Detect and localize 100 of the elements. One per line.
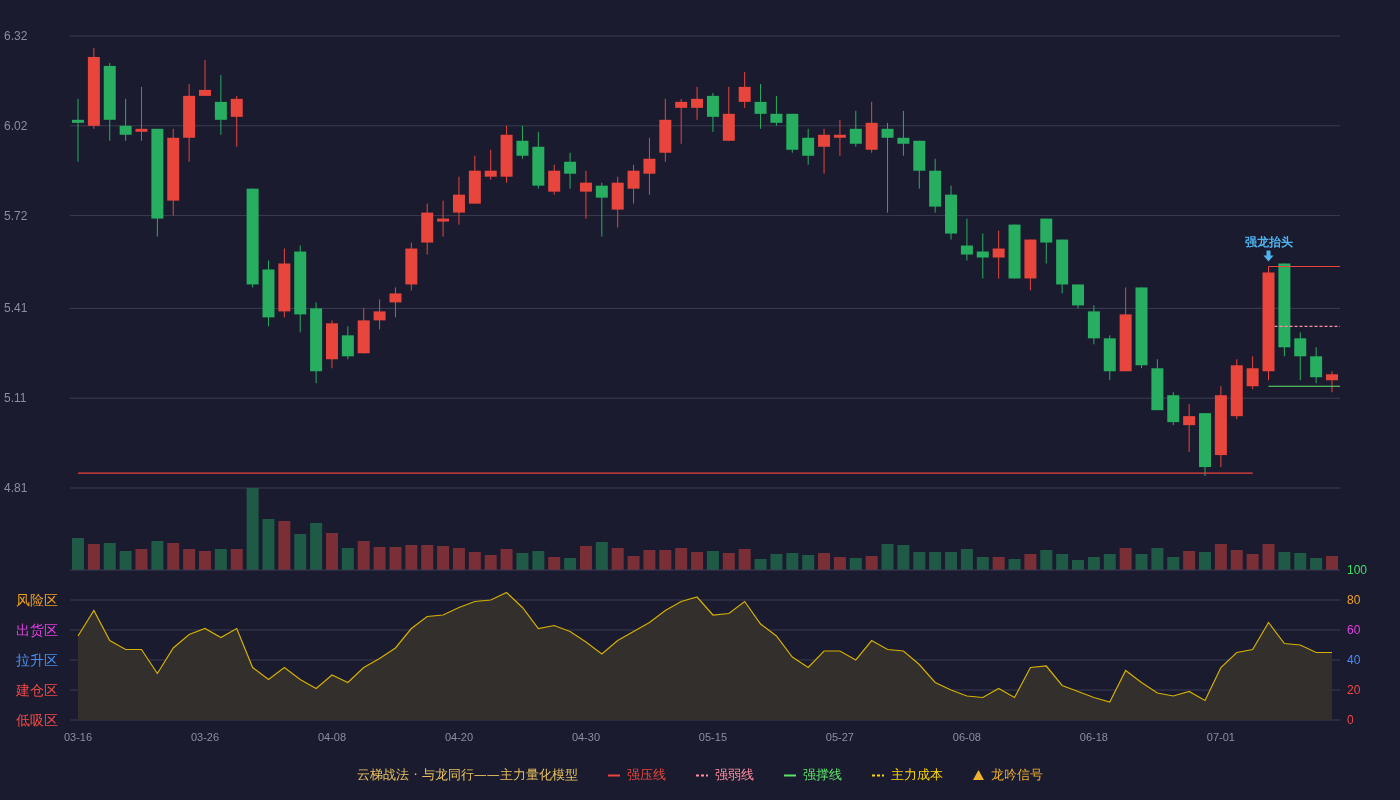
zone-label: 出货区: [16, 622, 58, 638]
candle-bar: [1103, 334, 1116, 381]
candle-bar: [786, 113, 799, 154]
candle-bar: [405, 242, 418, 291]
candle-bar: [278, 248, 291, 318]
candle-bar: [516, 125, 529, 160]
legend-title: 云梯战法 · 与龙同行——主力量化模型: [357, 766, 578, 784]
candle-bar: [341, 325, 354, 360]
candle-bar: [437, 200, 450, 238]
legend-label: 强压线: [626, 766, 666, 784]
axis-label: 80: [1347, 593, 1361, 607]
candle-bar: [929, 158, 942, 214]
candle-bar: [357, 307, 370, 354]
candle-bar: [214, 74, 227, 136]
candle-bar: [691, 86, 704, 121]
candle-bar: [738, 71, 751, 109]
candle-bar: [484, 149, 497, 181]
axis-label: 05-27: [825, 731, 854, 743]
candle-bar: [1087, 304, 1100, 345]
candle-bar: [913, 140, 926, 190]
axis-label: 5.72: [4, 208, 28, 223]
candle-bar: [1199, 412, 1211, 477]
candle-bar: [643, 137, 656, 196]
axis-label: 6.32: [4, 29, 28, 43]
candle-bar: [960, 218, 973, 261]
candle-bar: [1183, 403, 1196, 453]
candle-bar: [1072, 283, 1085, 309]
candle-bar: [452, 176, 465, 226]
candle-bar: [1310, 346, 1323, 384]
candle-bar: [135, 86, 148, 142]
candle-bar: [754, 83, 767, 130]
candle-bar: [722, 86, 735, 142]
candle-bar: [897, 110, 910, 157]
axis-label: 05-15: [698, 731, 727, 743]
candle-bar: [675, 98, 688, 145]
candle-bar: [849, 110, 862, 148]
candle-bar: [119, 98, 132, 142]
candle-bar: [1230, 358, 1243, 420]
candle-bar: [1151, 358, 1164, 411]
legend-label: 强弱线: [714, 766, 754, 784]
candle-bar: [818, 128, 831, 175]
candle-bar: [500, 125, 513, 184]
candle-bar: [659, 98, 672, 163]
axis-label: 04-30: [571, 731, 600, 743]
candle-bar: [1294, 331, 1307, 381]
candle-bar: [945, 185, 958, 241]
candle-bar: [389, 286, 402, 318]
candle-bar: [199, 59, 211, 97]
axis-label: 03-16: [63, 731, 93, 743]
candle-bar: [532, 131, 545, 190]
axis-label: 60: [1347, 623, 1361, 637]
zone-label: 低吸区: [16, 712, 58, 728]
candle-bar: [611, 176, 624, 229]
axis-label: 04-20: [444, 731, 474, 743]
candle-bar: [706, 92, 719, 133]
candle-bar: [595, 182, 608, 238]
zone-label: 风险区: [16, 592, 58, 608]
candle-bar: [1326, 370, 1338, 393]
candle-bar: [802, 128, 815, 166]
candle-bar: [992, 230, 1005, 279]
candle-bar: [627, 164, 640, 205]
candle-bar: [72, 98, 84, 163]
candle-bar: [373, 298, 386, 330]
candle-bar: [230, 95, 243, 148]
candle-bar: [564, 152, 577, 190]
axis-label: 20: [1347, 683, 1361, 697]
legend-label: 强撑线: [802, 766, 842, 784]
candle-bar: [770, 95, 783, 127]
level-line: [1273, 325, 1341, 327]
axis-label: 5.11: [4, 391, 27, 406]
legend-label: 主力成本: [890, 766, 943, 784]
axis-label: 06-18: [1079, 731, 1108, 743]
axis-label: 04-08: [317, 731, 347, 743]
candle-bar: [833, 119, 846, 157]
axis-label: 4.81: [4, 481, 28, 495]
arrow-down-icon: [1263, 250, 1274, 262]
zone-label: 拉升区: [16, 652, 58, 668]
axis-label: 100: [1347, 563, 1368, 577]
candle-bar: [579, 170, 592, 220]
candle-bar: [548, 164, 561, 196]
axis-label: 06-08: [952, 731, 981, 743]
candle-bar: [1024, 239, 1037, 291]
candle-bar: [1056, 239, 1069, 294]
candle-bar: [326, 319, 338, 369]
axis-label: 0: [1347, 713, 1354, 727]
candle-bar: [865, 101, 878, 154]
axis-label: 03-26: [190, 731, 220, 743]
candle-bar: [421, 203, 434, 255]
axis-label: 07-01: [1206, 731, 1235, 743]
candle-bar: [1167, 391, 1180, 426]
candle-bar: [262, 260, 275, 327]
candle-bar: [1008, 224, 1021, 279]
candle-bar: [1246, 355, 1259, 390]
legend-label: 龙吟信号: [990, 766, 1043, 784]
axis-label: 40: [1347, 653, 1361, 667]
candle-bar: [468, 155, 481, 205]
axis-label: 6.02: [4, 118, 28, 133]
axis-label: 5.41: [4, 301, 28, 316]
signal-label: 强龙抬头: [1244, 235, 1293, 250]
candle-bar: [1040, 218, 1053, 264]
